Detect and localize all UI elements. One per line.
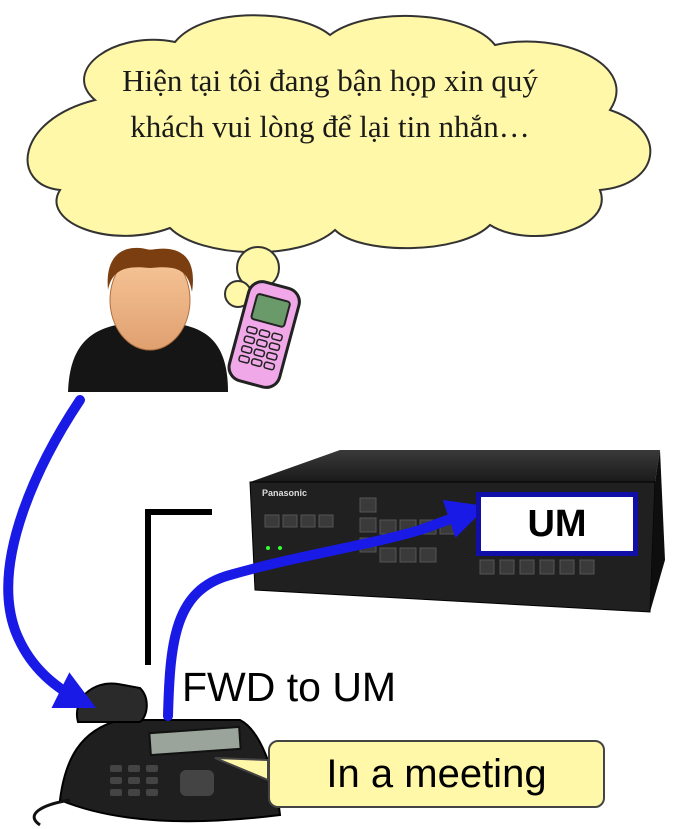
call-arrow — [3, 395, 97, 709]
um-label: UM — [527, 502, 587, 545]
meeting-status-label: In a meeting — [326, 751, 547, 796]
caller-person-icon — [68, 247, 228, 392]
voicemail-message: Hiện tại tôi đang bận họp xin quý khách … — [122, 63, 538, 144]
pbx-brand-label: Panasonic — [262, 488, 307, 498]
forward-label: FWD to UM — [182, 664, 397, 710]
meeting-status-callout: In a meeting — [268, 740, 605, 808]
um-label-box: UM — [476, 492, 638, 556]
